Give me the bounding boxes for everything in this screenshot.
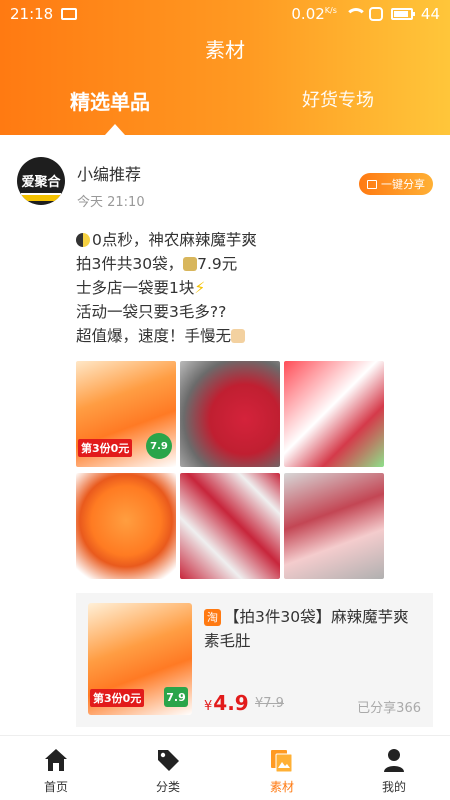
product-promo-badge: 第3份0元 <box>90 689 145 707</box>
current-price: ¥4.9 <box>204 691 249 715</box>
product-image-1[interactable]: 第3份0元 7.9 <box>76 361 176 467</box>
wifi-icon <box>344 8 367 20</box>
nav-category[interactable]: 分类 <box>128 736 208 800</box>
avatar: 爱聚合 <box>17 157 65 205</box>
image-grid: 第3份0元 7.9 <box>76 361 384 579</box>
nav-home[interactable]: 首页 <box>16 736 96 800</box>
post-line-1: 0点秒，神农麻辣魔芋爽 <box>76 228 257 252</box>
share-count: 已分享366 <box>357 701 421 716</box>
thumbs-up-icon <box>231 329 246 343</box>
product-image-2[interactable] <box>180 361 280 467</box>
profile-icon <box>384 749 404 772</box>
promo-badge: 第3份0元 <box>78 439 133 457</box>
original-price: ¥7.9 <box>255 696 284 711</box>
header-bar: 21:18 0.02K/s 44 素材 精选单品 好货专场 <box>0 0 450 135</box>
product-card[interactable]: 第3份0元 7.9 淘【拍3件30袋】麻辣魔芋爽素毛肚 ¥4.9 ¥7.9 已分… <box>76 593 433 727</box>
battery-level: 44 <box>420 5 440 23</box>
product-image-3[interactable] <box>284 361 384 467</box>
product-image-5[interactable] <box>180 473 280 579</box>
post-author: 小编推荐 <box>77 165 142 184</box>
nav-profile[interactable]: 我的 <box>354 736 434 800</box>
nav-home-label: 首页 <box>43 780 68 794</box>
nav-material-label: 素材 <box>269 780 294 794</box>
bottom-navigation: 首页 分类 素材 我的 <box>0 735 450 800</box>
post-line-2: 拍3件共30袋， 7.9元 <box>76 255 238 273</box>
status-time: 21:18 <box>10 5 54 23</box>
nav-category-label: 分类 <box>155 780 180 794</box>
share-button[interactable]: 一键分享 <box>359 173 433 195</box>
post-line-4: 活动一袋只要3毛多?? <box>76 303 227 321</box>
tab-good-deals[interactable]: 好货专场 <box>302 86 374 112</box>
avatar-logo-text: 爱聚合 <box>21 175 61 190</box>
post-text: 0点秒，神农麻辣魔芋爽 拍3件共30袋， 7.9元 士多店一袋要1块⚡ 活动一袋只… <box>76 228 257 348</box>
post-feed: 爱聚合 小编推荐 今天 21:10 一键分享 0点秒，神农麻辣魔芋爽 拍3件共3… <box>0 135 450 735</box>
tag-icon <box>158 750 179 771</box>
price-tag: 7.9 <box>146 433 172 459</box>
material-icon <box>271 750 293 773</box>
product-title[interactable]: 淘【拍3件30袋】麻辣魔芋爽素毛肚 <box>204 605 422 653</box>
price-value: 4.9 <box>213 691 249 715</box>
notification-icon <box>61 8 78 20</box>
signal-icon <box>368 7 383 21</box>
product-thumbnail[interactable]: 第3份0元 7.9 <box>88 603 192 715</box>
product-image-6[interactable] <box>284 473 384 579</box>
lightning-icon: ⚡ <box>194 279 206 297</box>
post-line-5: 超值爆，速度！手慢无 <box>76 324 257 348</box>
home-icon <box>45 749 67 771</box>
currency-symbol: ¥ <box>204 699 213 714</box>
share-icon <box>367 179 377 189</box>
moon-icon <box>76 233 90 247</box>
product-title-text: 【拍3件30袋】麻辣魔芋爽素毛肚 <box>204 608 409 650</box>
active-tab-indicator <box>105 124 125 135</box>
status-bar: 21:18 0.02K/s 44 <box>0 0 450 28</box>
tab-bar: 精选单品 好货专场 <box>0 86 450 126</box>
avatar-stripe <box>21 193 61 201</box>
post-time: 今天 21:10 <box>77 195 145 210</box>
battery-icon <box>390 8 415 20</box>
share-button-label: 一键分享 <box>381 178 425 191</box>
nav-profile-label: 我的 <box>381 780 406 794</box>
tab-selected-items[interactable]: 精选单品 <box>70 86 150 115</box>
page-title: 素材 <box>205 38 245 62</box>
product-image-4[interactable] <box>76 473 176 579</box>
nav-material[interactable]: 素材 <box>242 736 322 800</box>
post-line-3: 士多店一袋要1块⚡ <box>76 279 206 297</box>
network-speed: 0.02K/s <box>291 5 337 23</box>
money-bag-icon <box>183 257 198 271</box>
product-price-tag: 7.9 <box>164 687 188 707</box>
taobao-icon: 淘 <box>204 609 221 626</box>
